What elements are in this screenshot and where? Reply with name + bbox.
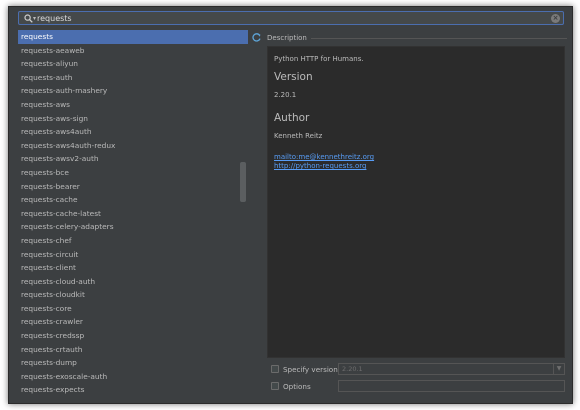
specify-version-checkbox[interactable]: [271, 365, 279, 373]
package-list-item[interactable]: requests-credssp: [18, 329, 248, 343]
version-select-value: 2.20.1: [342, 365, 363, 373]
package-list-item[interactable]: requests-auth-mashery: [18, 84, 248, 98]
package-list-item[interactable]: requests-crtauth: [18, 343, 248, 357]
description-panel: Python HTTP for Humans. Version 2.20.1 A…: [267, 46, 565, 358]
package-list-item[interactable]: requests-celery-adapters: [18, 220, 248, 234]
package-list-item[interactable]: requests-cloud-auth: [18, 275, 248, 289]
package-list-item[interactable]: requests-dump: [18, 356, 248, 370]
search-input[interactable]: [37, 12, 551, 24]
specify-version-row: Specify version: [271, 363, 338, 375]
version-heading: Version: [274, 71, 313, 83]
author-email-link[interactable]: mailto:me@kennethreitz.org: [274, 153, 558, 162]
description-links: mailto:me@kennethreitz.org http://python…: [274, 153, 558, 171]
package-list-item[interactable]: requests-cloudkit: [18, 288, 248, 302]
package-list-item[interactable]: requests-expects: [18, 383, 248, 397]
package-list-item[interactable]: requests-aws4auth: [18, 125, 248, 139]
package-list-item[interactable]: requests-crawler: [18, 315, 248, 329]
package-list-item[interactable]: requests-cache: [18, 193, 248, 207]
options-label: Options: [283, 381, 311, 391]
package-list-item[interactable]: requests-circuit: [18, 248, 248, 262]
package-list-item[interactable]: requests-aws: [18, 98, 248, 112]
author-heading: Author: [274, 112, 310, 124]
package-list-item[interactable]: requests-awsv2-auth: [18, 152, 248, 166]
options-input[interactable]: [338, 380, 565, 392]
package-list-item[interactable]: requests-exoscale-auth: [18, 370, 248, 384]
package-list-item[interactable]: requests-aeaweb: [18, 44, 248, 58]
refresh-icon[interactable]: [250, 31, 262, 43]
package-list-item[interactable]: requests-cache-latest: [18, 207, 248, 221]
package-list-item[interactable]: requests-aws-sign: [18, 112, 248, 126]
package-list[interactable]: requests requests-aeaweb requests-aliyun re…: [18, 30, 248, 401]
package-list-item[interactable]: requests-bce: [18, 166, 248, 180]
package-list-scrollbar[interactable]: [240, 162, 246, 202]
package-list-item[interactable]: requests-aliyun: [18, 57, 248, 71]
package-summary: Python HTTP for Humans.: [274, 55, 364, 63]
clear-search-icon[interactable]: ×: [551, 13, 560, 23]
options-row: Options: [271, 380, 311, 392]
homepage-link[interactable]: http://python-requests.org: [274, 162, 558, 171]
specify-version-label: Specify version: [283, 364, 338, 374]
search-field[interactable]: ▾ ×: [18, 11, 564, 25]
package-list-item[interactable]: requests-auth: [18, 71, 248, 85]
package-list-item[interactable]: requests-chef: [18, 234, 248, 248]
author-value: Kenneth Reitz: [274, 132, 323, 140]
description-title: Description: [267, 34, 307, 42]
chevron-down-icon[interactable]: ▼: [553, 364, 564, 374]
description-header: Description: [267, 33, 567, 43]
options-checkbox[interactable]: [271, 382, 279, 390]
package-list-item[interactable]: requests-bearer: [18, 180, 248, 194]
package-list-item[interactable]: requests-aws4auth-redux: [18, 139, 248, 153]
package-list-item[interactable]: requests-core: [18, 302, 248, 316]
description-divider: [310, 37, 567, 39]
package-list-item[interactable]: requests-client: [18, 261, 248, 275]
version-select[interactable]: 2.20.1 ▼: [338, 363, 565, 375]
package-list-item[interactable]: requests: [18, 30, 248, 44]
version-value: 2.20.1: [274, 91, 297, 99]
available-packages-dialog: ▾ × requestsrequests-aeawebrequests-aliy…: [8, 6, 573, 404]
search-history-chevron-icon[interactable]: ▾: [33, 15, 36, 22]
